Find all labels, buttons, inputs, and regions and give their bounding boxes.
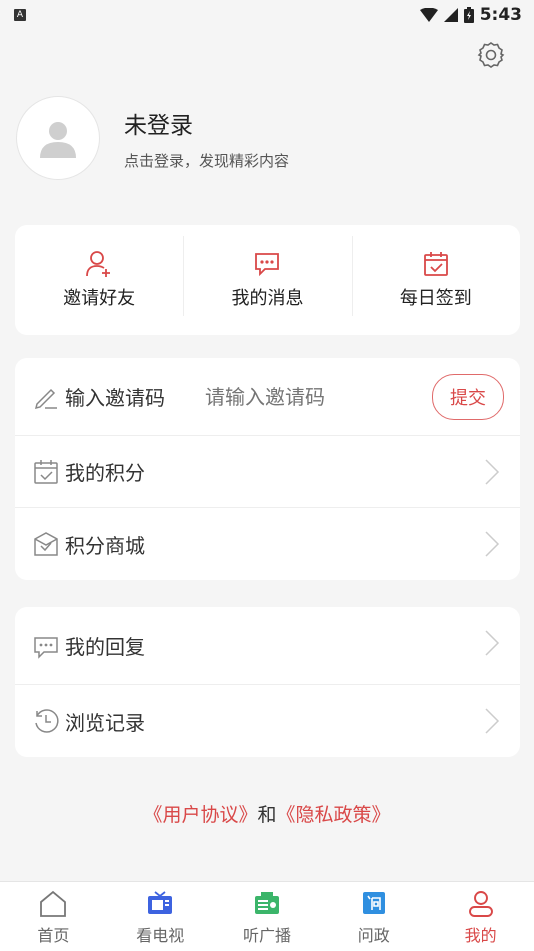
my-messages-label: 我的消息 [231, 288, 304, 309]
gift-box-icon [34, 532, 58, 556]
pencil-icon [34, 388, 57, 409]
home-icon [40, 890, 67, 917]
tab-home-label: 首页 [37, 926, 70, 945]
my-points-label: 我的积分 [65, 461, 145, 485]
my-points-row[interactable]: 我的积分 [15, 436, 520, 508]
message-icon [255, 253, 280, 277]
invite-friends-button[interactable]: 邀请好友 [15, 250, 183, 310]
bottom-tab-bar: 首页 看电视 听广播 问政 我的 [0, 881, 534, 951]
login-subtitle: 点击登录，发现精彩内容 [124, 151, 290, 170]
chevron-right-icon [485, 708, 500, 734]
tab-home[interactable]: 首页 [0, 882, 107, 951]
tv-icon [148, 891, 173, 914]
tab-tv[interactable]: 看电视 [107, 882, 214, 951]
tab-mine-label: 我的 [464, 926, 497, 945]
browse-history-row[interactable]: 浏览记录 [15, 685, 520, 757]
status-bar: A 5:43 [0, 0, 534, 30]
tab-wenzheng-label: 问政 [357, 926, 390, 945]
status-right: 5:43 [419, 5, 522, 25]
agreement-links: 《用户协议》和《隐私政策》 [0, 800, 534, 827]
my-replies-row[interactable]: 我的回复 [15, 607, 520, 685]
agreement-and-text: 和 [257, 804, 277, 826]
chevron-right-icon [485, 630, 500, 656]
menu-card-activity: 我的回复 浏览记录 [15, 607, 520, 757]
question-icon [362, 892, 385, 914]
tab-radio-label: 听广播 [242, 926, 291, 945]
user-icon [468, 891, 493, 917]
daily-checkin-button[interactable]: 每日签到 [351, 236, 520, 316]
clock: 5:43 [479, 5, 522, 25]
points-mall-label: 积分商城 [65, 533, 145, 558]
user-agreement-link[interactable]: 《用户协议》 [143, 804, 257, 826]
radio-icon [254, 892, 279, 914]
avatar[interactable] [16, 96, 100, 180]
notification-icon: A [14, 9, 26, 21]
chevron-right-icon [485, 531, 500, 557]
my-replies-label: 我的回复 [65, 635, 145, 659]
privacy-policy-link[interactable]: 《隐私政策》 [277, 804, 391, 826]
calendar-check-icon [34, 459, 58, 484]
battery-icon [463, 7, 474, 23]
wifi-icon [419, 8, 438, 22]
submit-button[interactable]: 提交 [432, 374, 504, 420]
menu-card-points: 输入邀请码 提交 我的积分 积分商城 [15, 358, 520, 580]
gear-icon [477, 42, 505, 68]
tab-tv-label: 看电视 [136, 926, 185, 945]
invite-code-row: 输入邀请码 提交 [15, 358, 520, 436]
settings-button[interactable] [476, 40, 506, 70]
signal-icon [443, 8, 458, 22]
tab-radio[interactable]: 听广播 [214, 882, 321, 951]
add-user-icon [86, 251, 111, 277]
browse-history-label: 浏览记录 [65, 710, 145, 735]
user-placeholder-icon [40, 122, 76, 158]
my-messages-button[interactable]: 我的消息 [183, 236, 351, 316]
daily-checkin-label: 每日签到 [399, 288, 472, 309]
profile-login-area[interactable]: 未登录 点击登录，发现精彩内容 [16, 96, 289, 180]
tab-mine[interactable]: 我的 [427, 882, 534, 951]
calendar-check-icon [423, 252, 448, 276]
login-title[interactable]: 未登录 [124, 106, 289, 140]
comment-icon [34, 636, 58, 659]
invite-friends-label: 邀请好友 [63, 288, 136, 309]
invite-code-input[interactable] [203, 383, 377, 410]
tab-wenzheng[interactable]: 问政 [320, 882, 427, 951]
points-mall-row[interactable]: 积分商城 [15, 508, 520, 580]
chevron-right-icon [485, 459, 500, 485]
invite-code-label: 输入邀请码 [65, 386, 165, 410]
quick-actions-card: 邀请好友 我的消息 每日签到 [15, 225, 520, 335]
history-icon [35, 709, 59, 733]
